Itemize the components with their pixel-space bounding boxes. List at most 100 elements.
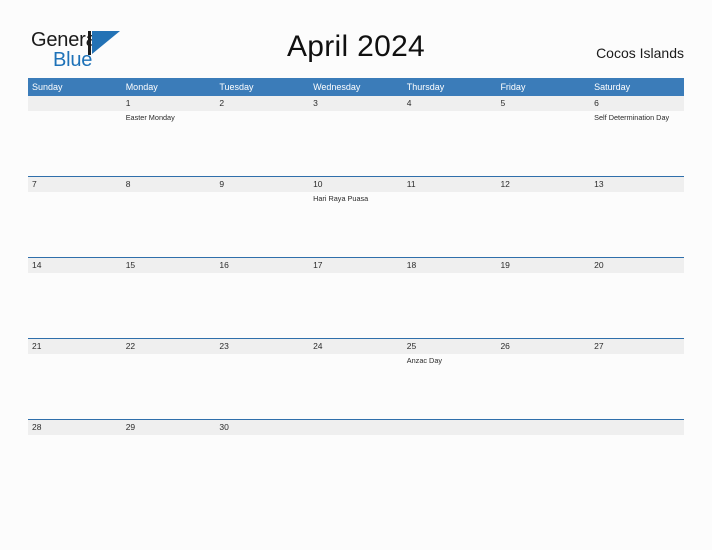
day-number: 7 (32, 179, 37, 189)
day-number: 27 (594, 341, 604, 351)
day-cell-8[interactable]: 8 (122, 177, 216, 257)
day-number (594, 420, 684, 435)
day-cell-6[interactable]: 6 Self Determination Day (590, 96, 684, 176)
day-number: 2 (219, 98, 225, 108)
week-day-cells: 1 Easter Monday 2 3 4 5 6 Self Determination Da… (28, 96, 684, 176)
week-day-cells: 14 15 16 17 18 19 20 (28, 258, 684, 338)
day-cell-26[interactable]: 26 (496, 339, 590, 419)
day-number: 18 (406, 260, 417, 270)
day-cell-28[interactable]: 28 (28, 420, 122, 500)
day-number: 4 (406, 98, 412, 108)
day-events: Self Determination Day (594, 111, 684, 123)
day-events: Easter Monday (126, 111, 216, 123)
day-cell-empty (590, 420, 684, 500)
day-number: 3 (313, 98, 318, 108)
day-number: 5 (500, 98, 506, 108)
event-label: Hari Raya Puasa (313, 194, 369, 203)
day-cell-23[interactable]: 23 (215, 339, 309, 419)
calendar-week-row: 1 Easter Monday 2 3 4 5 6 Self Determination Da… (28, 96, 684, 176)
day-cell-3[interactable]: 3 (309, 96, 403, 176)
day-number: 20 (594, 260, 604, 270)
day-cell-29[interactable]: 29 (122, 420, 216, 500)
page-header: General Blue April 2024 Cocos Islands (0, 0, 712, 78)
day-number: 29 (125, 422, 136, 432)
day-cell-15[interactable]: 15 (122, 258, 216, 338)
day-number: 24 (313, 341, 323, 351)
day-cell-30[interactable]: 30 (215, 420, 309, 500)
day-number: 11 (406, 179, 416, 189)
day-cell-11[interactable]: 11 (403, 177, 497, 257)
day-number (32, 96, 122, 111)
day-events: Hari Raya Puasa (313, 192, 403, 204)
week-day-cells: 7 8 9 10 Hari Raya Puasa 11 12 13 (28, 177, 684, 257)
weekday-header-sunday: Sunday (32, 82, 63, 92)
day-cell-22[interactable]: 22 (122, 339, 216, 419)
day-number: 10 (313, 179, 323, 189)
week-body: 14 15 16 17 18 19 20 (28, 258, 684, 338)
day-number: 9 (219, 179, 225, 189)
day-cell-7[interactable]: 7 (28, 177, 122, 257)
event-label: Self Determination Day (594, 113, 670, 122)
day-cell-24[interactable]: 24 (309, 339, 403, 419)
day-cell-5[interactable]: 5 (496, 96, 590, 176)
day-number: 25 (406, 341, 417, 351)
day-cell-18[interactable]: 18 (403, 258, 497, 338)
day-number: 6 (594, 98, 599, 108)
day-cell-16[interactable]: 16 (215, 258, 309, 338)
day-cell-21[interactable]: 21 (28, 339, 122, 419)
day-number: 14 (32, 260, 42, 270)
week-body: 7 8 9 10 Hari Raya Puasa 11 12 13 (28, 177, 684, 257)
calendar-week-row: 14 15 16 17 18 19 20 (28, 257, 684, 338)
weekday-header-thursday: Thursday (406, 82, 445, 92)
day-number (407, 420, 497, 435)
day-number: 8 (125, 179, 131, 189)
day-cell-4[interactable]: 4 (403, 96, 497, 176)
day-cell-2[interactable]: 2 (215, 96, 309, 176)
day-cell-9[interactable]: 9 (215, 177, 309, 257)
week-day-cells: 28 29 30 (28, 420, 684, 500)
calendar-grid: Sunday Monday Tuesday Wednesday Thursday Frid… (28, 78, 684, 500)
day-number: 17 (313, 260, 323, 270)
day-number: 21 (32, 341, 42, 351)
day-cell-20[interactable]: 20 (590, 258, 684, 338)
weekday-header-friday: Friday (500, 82, 526, 92)
day-cell-14[interactable]: 14 (28, 258, 122, 338)
location-label: Cocos Islands (596, 45, 684, 61)
day-cell-19[interactable]: 19 (496, 258, 590, 338)
day-cell-25[interactable]: 25 Anzac Day (403, 339, 497, 419)
weekday-header-tuesday: Tuesday (219, 82, 254, 92)
calendar-weeks: 1 Easter Monday 2 3 4 5 6 Self Determination Da… (28, 96, 684, 500)
day-number: 16 (219, 260, 229, 270)
weekday-header-wednesday: Wednesday (313, 82, 361, 92)
day-cell-27[interactable]: 27 (590, 339, 684, 419)
day-events: Anzac Day (407, 354, 497, 366)
week-day-cells: 21 22 23 24 25 Anzac Day 26 27 (28, 339, 684, 419)
day-cell-10[interactable]: 10 Hari Raya Puasa (309, 177, 403, 257)
day-number: 19 (500, 260, 510, 270)
day-number: 28 (32, 422, 42, 432)
week-body: 21 22 23 24 25 Anzac Day 26 27 (28, 339, 684, 419)
day-number: 12 (500, 179, 510, 189)
calendar-week-row: 21 22 23 24 25 Anzac Day 26 27 (28, 338, 684, 419)
day-cell-12[interactable]: 12 (496, 177, 590, 257)
calendar-page: General Blue April 2024 Cocos Islands Su… (0, 0, 712, 550)
calendar-week-row: 28 29 30 (28, 419, 684, 500)
day-cell-empty (496, 420, 590, 500)
day-cell-13[interactable]: 13 (590, 177, 684, 257)
day-number (500, 420, 590, 435)
day-number: 13 (594, 179, 604, 189)
day-cell-17[interactable]: 17 (309, 258, 403, 338)
event-label: Anzac Day (406, 356, 443, 365)
calendar-week-row: 7 8 9 10 Hari Raya Puasa 11 12 13 (28, 176, 684, 257)
week-body: 1 Easter Monday 2 3 4 5 6 Self Determination Da… (28, 96, 684, 176)
weekday-header-row: Sunday Monday Tuesday Wednesday Thursday Frid… (28, 78, 684, 96)
day-cell-1[interactable]: 1 Easter Monday (122, 96, 216, 176)
weekday-header-monday: Monday (125, 82, 158, 92)
day-number: 30 (219, 422, 229, 432)
day-cell-empty (403, 420, 497, 500)
weekday-header-saturday: Saturday (594, 82, 631, 92)
day-cell-empty (28, 96, 122, 176)
day-number: 1 (125, 98, 131, 108)
day-number: 23 (219, 341, 229, 351)
event-label: Easter Monday (125, 113, 175, 122)
